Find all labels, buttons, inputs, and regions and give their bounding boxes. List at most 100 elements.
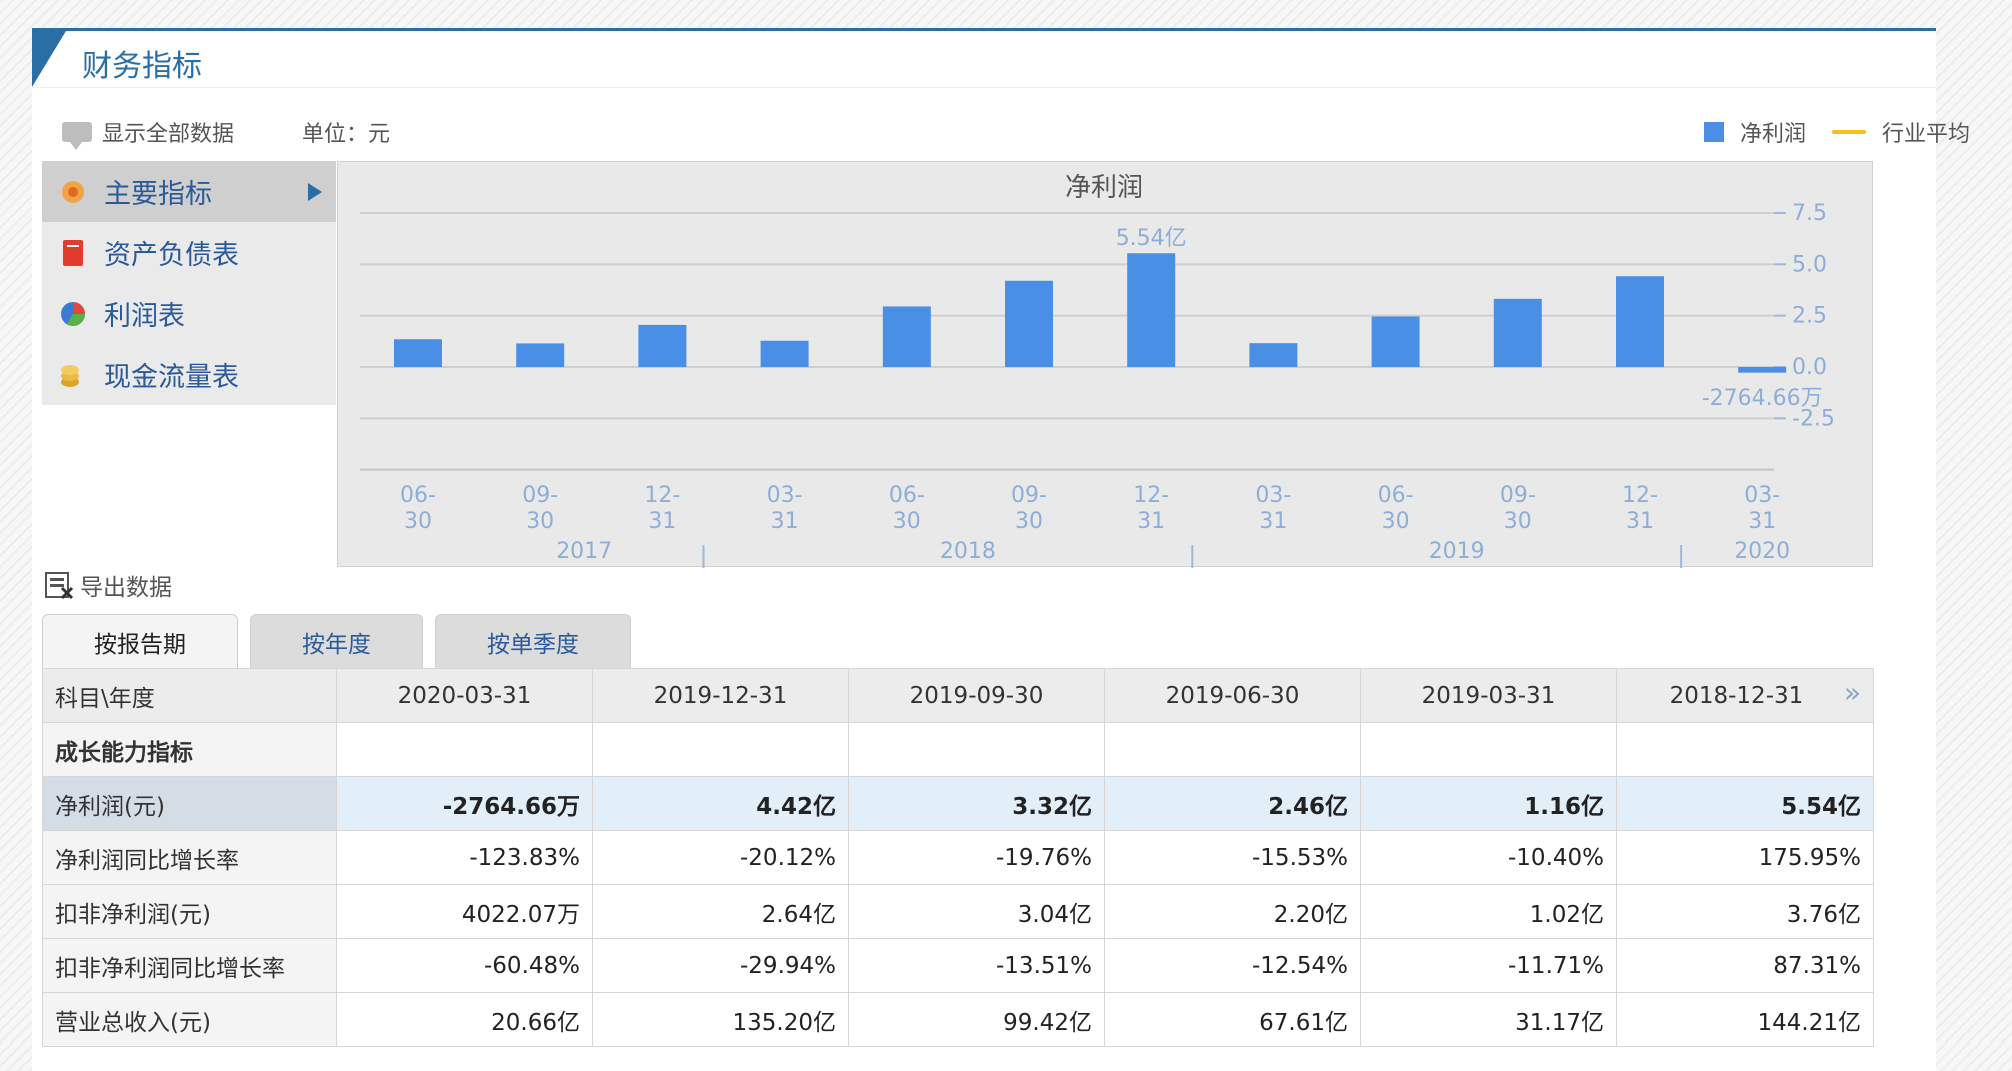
row-label: 扣非净利润(元): [42, 884, 337, 939]
x-tick-label-day: 30: [404, 509, 432, 534]
bar: [760, 340, 809, 367]
table-row[interactable]: 扣非净利润同比增长率 -60.48% -29.94% -13.51% -12.5…: [42, 938, 1874, 993]
table-cell: -19.76%: [848, 830, 1105, 885]
bar: [1738, 367, 1787, 373]
table-cell: 3.04亿: [848, 884, 1105, 939]
more-columns-icon[interactable]: »: [1844, 678, 1861, 706]
menu-item-label: 主要指标: [104, 179, 212, 210]
table-cell: -12.54%: [1104, 938, 1361, 993]
table-cell: -123.83%: [336, 830, 593, 885]
panel-title: 财务指标: [82, 49, 202, 84]
table-header-cell: 2018-12-31 »: [1616, 668, 1874, 723]
x-tick-label-month: 06-: [889, 483, 925, 508]
financial-indicators-table: 科目\年度 2020-03-31 2019-12-31 2019-09-30 2…: [42, 668, 1874, 1047]
table-cell: 20.66亿: [336, 992, 593, 1047]
bar: [1249, 343, 1298, 367]
coins-icon: [61, 364, 79, 387]
tab-by-year[interactable]: 按年度: [250, 614, 423, 668]
document-icon: [63, 239, 83, 266]
y-tick-label: 2.5: [1792, 304, 1827, 329]
data-label: 5.54亿: [1116, 226, 1187, 251]
tab-by-quarter[interactable]: 按单季度: [435, 614, 631, 668]
menu-item-balance-sheet[interactable]: 资产负债表: [42, 222, 336, 283]
menu-item-cash-flow[interactable]: 现金流量表: [42, 344, 336, 405]
table-cell: 144.21亿: [1616, 992, 1874, 1047]
x-tick-label-month: 06-: [400, 483, 436, 508]
export-data-button[interactable]: 导出数据: [44, 568, 172, 602]
x-tick-label-day: 31: [771, 509, 799, 534]
unit-label: 单位：元: [302, 122, 391, 147]
table-cell: -10.40%: [1360, 830, 1617, 885]
x-tick-label-month: 03-: [1255, 483, 1291, 508]
table-cell: -2764.66万: [336, 776, 593, 831]
legend-net-profit-swatch: [1703, 122, 1724, 142]
bar: [1127, 253, 1176, 367]
legend-industry-avg-label[interactable]: 行业平均: [1882, 116, 1970, 148]
row-label: 净利润(元): [42, 776, 337, 831]
bar: [1616, 276, 1664, 367]
menu-item-main-indicators[interactable]: 主要指标: [42, 161, 336, 222]
table-row[interactable]: 扣非净利润(元) 4022.07万 2.64亿 3.04亿 2.20亿 1.02…: [42, 884, 1874, 939]
table-cell: 2.20亿: [1104, 884, 1361, 939]
row-label: 营业总收入(元): [42, 992, 337, 1047]
net-profit-chart: 净利润 7.5 5.0 2.5 0.0 -2.5 5.54亿 -2764.66万 06- 30 09…: [337, 161, 1873, 568]
y-tick-label: 7.5: [1792, 201, 1827, 226]
table-cell: -15.53%: [1104, 830, 1361, 885]
x-tick-label-month: 03-: [1744, 483, 1780, 508]
x-tick-label-month: 12-: [1622, 483, 1658, 508]
row-label: 扣非净利润同比增长率: [42, 938, 337, 993]
bar: [1005, 280, 1053, 367]
x-tick-label-month: 12-: [644, 483, 680, 508]
table-cell: 5.54亿: [1616, 776, 1874, 831]
x-tick-label-month: 09-: [522, 483, 558, 508]
x-tick-label-month: 06-: [1378, 483, 1414, 508]
table-cell: [1616, 722, 1874, 777]
table-header-cell: 2020-03-31: [336, 668, 593, 723]
bar: [1371, 316, 1420, 367]
show-all-label: 显示全部数据: [102, 122, 235, 147]
table-cell: -60.48%: [336, 938, 593, 993]
table-cell: [848, 722, 1105, 777]
table-header-cell: 2019-03-31: [1360, 668, 1617, 723]
menu-item-income-statement[interactable]: 利润表: [42, 283, 336, 344]
table-cell: 87.31%: [1616, 938, 1874, 993]
show-all-data-toggle[interactable]: 显示全部数据: [62, 116, 235, 150]
table-cell: 67.61亿: [1104, 992, 1361, 1047]
table-cell: -13.51%: [848, 938, 1105, 993]
x-tick-label-day: 31: [1259, 509, 1287, 534]
period-tabs: 按报告期 按年度 按单季度: [42, 614, 643, 668]
bar: [638, 324, 687, 367]
table-header-cell: 2019-06-30: [1104, 668, 1361, 723]
x-tick-label-day: 31: [1626, 509, 1654, 534]
table-cell: 2.64亿: [592, 884, 849, 939]
x-tick-label-month: 09-: [1500, 483, 1536, 508]
table-cell: 175.95%: [1616, 830, 1874, 885]
table-header-label: 2018-12-31: [1669, 682, 1804, 709]
bar: [516, 343, 565, 367]
table-row[interactable]: 营业总收入(元) 20.66亿 135.20亿 99.42亿 67.61亿 31…: [42, 992, 1874, 1047]
x-tick-label-day: 30: [893, 509, 921, 534]
table-cell: [336, 722, 593, 777]
x-year-label: 2020: [1734, 539, 1790, 564]
table-header-cell: 2019-09-30: [848, 668, 1105, 723]
y-tick-label: 5.0: [1792, 252, 1827, 277]
legend-net-profit-label[interactable]: 净利润: [1740, 116, 1806, 148]
table-cell: 4022.07万: [336, 884, 593, 939]
row-label: 成长能力指标: [42, 722, 337, 777]
tab-by-report-period[interactable]: 按报告期: [42, 614, 238, 668]
x-tick-label-day: 31: [1137, 509, 1165, 534]
table-header-cell: 科目\年度: [42, 668, 337, 723]
x-tick-label-month: 12-: [1133, 483, 1169, 508]
table-row[interactable]: 净利润同比增长率 -123.83% -20.12% -19.76% -15.53…: [42, 830, 1874, 885]
x-tick-label-day: 31: [1748, 509, 1776, 534]
x-year-label: 2019: [1429, 539, 1485, 564]
table-header-cell: 2019-12-31: [592, 668, 849, 723]
table-cell: -11.71%: [1360, 938, 1617, 993]
pie-chart-icon: [61, 301, 85, 326]
chart-legend: 净利润 行业平均: [1703, 116, 1970, 148]
table-cell: -29.94%: [592, 938, 849, 993]
x-tick-label-month: 03-: [767, 483, 803, 508]
x-tick-label-day: 30: [1504, 509, 1532, 534]
table-row[interactable]: 净利润(元) -2764.66万 4.42亿 3.32亿 2.46亿 1.16亿…: [42, 776, 1874, 831]
menu-item-label: 资产负债表: [104, 240, 239, 271]
